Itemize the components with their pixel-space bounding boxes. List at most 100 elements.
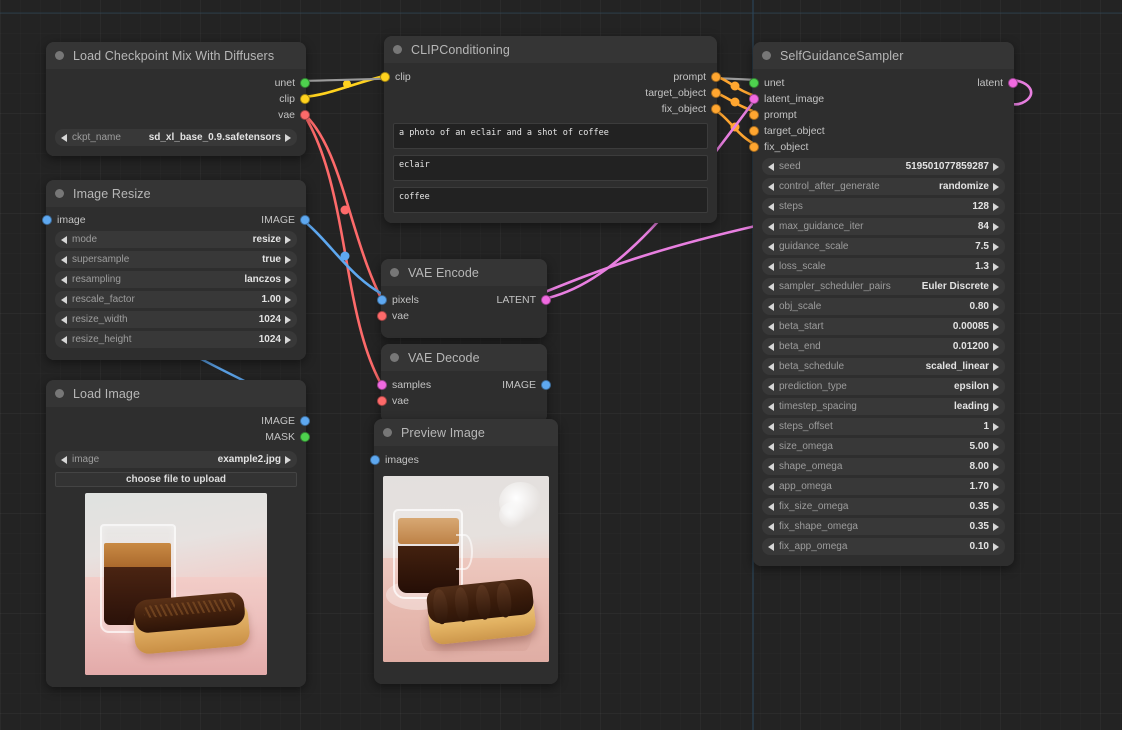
widget-resampling[interactable]: resampling lanczos: [55, 271, 297, 288]
decrement-arrow-icon[interactable]: [768, 282, 774, 291]
choose-file-to-upload-button[interactable]: choose file to upload: [55, 472, 297, 487]
port-dot-unet[interactable]: [749, 78, 759, 88]
increment-arrow-icon[interactable]: [285, 295, 291, 304]
output-slot-target-object[interactable]: target_object: [384, 85, 721, 101]
fix-object-textarea[interactable]: coffee: [393, 187, 708, 213]
node-title-bar[interactable]: Load Checkpoint Mix With Diffusers: [46, 42, 306, 69]
increment-arrow-icon[interactable]: [993, 382, 999, 391]
increment-arrow-icon[interactable]: [993, 262, 999, 271]
increment-arrow-icon[interactable]: [285, 275, 291, 284]
decrement-arrow-icon[interactable]: [61, 255, 67, 264]
widget-prediction-type[interactable]: prediction_type epsilon: [762, 378, 1005, 395]
decrement-arrow-icon[interactable]: [768, 482, 774, 491]
decrement-arrow-icon[interactable]: [768, 382, 774, 391]
decrement-arrow-icon[interactable]: [61, 295, 67, 304]
collapse-dot-icon[interactable]: [390, 268, 399, 277]
node-title-bar[interactable]: Image Resize: [46, 180, 306, 207]
port-dot-latent-image[interactable]: [749, 94, 759, 104]
decrement-arrow-icon[interactable]: [768, 302, 774, 311]
increment-arrow-icon[interactable]: [993, 202, 999, 211]
decrement-arrow-icon[interactable]: [61, 455, 67, 464]
increment-arrow-icon[interactable]: [285, 455, 291, 464]
widget-steps[interactable]: steps 128: [762, 198, 1005, 215]
io-slot-image[interactable]: image IMAGE: [42, 212, 310, 228]
widget-guidance-scale[interactable]: guidance_scale 7.5: [762, 238, 1005, 255]
input-slot-fix-object[interactable]: fix_object: [749, 139, 1014, 155]
port-dot-vae[interactable]: [377, 311, 387, 321]
node-self-guidance-sampler[interactable]: SelfGuidanceSampler unet latent latent_i…: [749, 42, 1018, 566]
widget-image[interactable]: image example2.jpg: [55, 451, 297, 468]
collapse-dot-icon[interactable]: [55, 189, 64, 198]
collapse-dot-icon[interactable]: [383, 428, 392, 437]
node-vae-encode[interactable]: VAE Encode pixels LATENT vae: [377, 259, 551, 338]
node-title-bar[interactable]: VAE Encode: [381, 259, 547, 286]
collapse-dot-icon[interactable]: [55, 389, 64, 398]
input-slot-vae[interactable]: vae: [377, 393, 547, 409]
input-slot-target-object[interactable]: target_object: [749, 123, 1014, 139]
decrement-arrow-icon[interactable]: [768, 262, 774, 271]
io-slot-samples-image[interactable]: samples IMAGE: [377, 377, 551, 393]
increment-arrow-icon[interactable]: [993, 482, 999, 491]
port-dot-vae[interactable]: [377, 396, 387, 406]
port-dot-image-out[interactable]: [300, 215, 310, 225]
widget-rescale-factor[interactable]: rescale_factor 1.00: [55, 291, 297, 308]
increment-arrow-icon[interactable]: [993, 402, 999, 411]
increment-arrow-icon[interactable]: [993, 342, 999, 351]
port-dot-samples[interactable]: [377, 380, 387, 390]
collapse-dot-icon[interactable]: [390, 353, 399, 362]
widget-timestep-spacing[interactable]: timestep_spacing leading: [762, 398, 1005, 415]
load-image-thumbnail[interactable]: [85, 493, 267, 675]
port-dot-pixels[interactable]: [377, 295, 387, 305]
collapse-dot-icon[interactable]: [55, 51, 64, 60]
node-load-checkpoint[interactable]: Load Checkpoint Mix With Diffusers unet …: [46, 42, 310, 156]
increment-arrow-icon[interactable]: [993, 502, 999, 511]
widget-beta-schedule[interactable]: beta_schedule scaled_linear: [762, 358, 1005, 375]
port-dot-prompt[interactable]: [749, 110, 759, 120]
widget-sampler-scheduler-pairs[interactable]: sampler_scheduler_pairs Euler Discrete: [762, 278, 1005, 295]
output-slot-fix-object[interactable]: fix_object: [384, 101, 721, 117]
collapse-dot-icon[interactable]: [393, 45, 402, 54]
input-slot-prompt[interactable]: prompt: [749, 107, 1014, 123]
target-object-textarea[interactable]: eclair: [393, 155, 708, 181]
increment-arrow-icon[interactable]: [285, 133, 291, 142]
widget-beta-end[interactable]: beta_end 0.01200: [762, 338, 1005, 355]
node-title-bar[interactable]: SelfGuidanceSampler: [753, 42, 1014, 69]
decrement-arrow-icon[interactable]: [768, 322, 774, 331]
increment-arrow-icon[interactable]: [285, 255, 291, 264]
widget-shape-omega[interactable]: shape_omega 8.00: [762, 458, 1005, 475]
input-slot-images[interactable]: images: [370, 452, 558, 468]
decrement-arrow-icon[interactable]: [61, 133, 67, 142]
increment-arrow-icon[interactable]: [285, 235, 291, 244]
widget-fix-app-omega[interactable]: fix_app_omega 0.10: [762, 538, 1005, 555]
widget-control-after-generate[interactable]: control_after_generate randomize: [762, 178, 1005, 195]
increment-arrow-icon[interactable]: [993, 362, 999, 371]
collapse-dot-icon[interactable]: [762, 51, 771, 60]
increment-arrow-icon[interactable]: [993, 322, 999, 331]
port-dot-clip[interactable]: [380, 72, 390, 82]
node-title-bar[interactable]: Load Image: [46, 380, 306, 407]
increment-arrow-icon[interactable]: [993, 422, 999, 431]
widget-fix-size-omega[interactable]: fix_size_omega 0.35: [762, 498, 1005, 515]
decrement-arrow-icon[interactable]: [768, 242, 774, 251]
decrement-arrow-icon[interactable]: [768, 442, 774, 451]
io-slot-pixels-latent[interactable]: pixels LATENT: [377, 292, 551, 308]
port-dot-latent[interactable]: [541, 295, 551, 305]
output-slot-clip[interactable]: clip: [46, 91, 310, 107]
port-dot-prompt[interactable]: [711, 72, 721, 82]
increment-arrow-icon[interactable]: [993, 282, 999, 291]
port-dot-images[interactable]: [370, 455, 380, 465]
widget-supersample[interactable]: supersample true: [55, 251, 297, 268]
decrement-arrow-icon[interactable]: [768, 422, 774, 431]
node-title-bar[interactable]: Preview Image: [374, 419, 558, 446]
decrement-arrow-icon[interactable]: [768, 522, 774, 531]
decrement-arrow-icon[interactable]: [61, 315, 67, 324]
increment-arrow-icon[interactable]: [285, 335, 291, 344]
port-dot-image-in[interactable]: [42, 215, 52, 225]
decrement-arrow-icon[interactable]: [768, 542, 774, 551]
increment-arrow-icon[interactable]: [993, 542, 999, 551]
node-vae-decode[interactable]: VAE Decode samples IMAGE vae: [377, 344, 551, 423]
increment-arrow-icon[interactable]: [285, 315, 291, 324]
port-dot-latent[interactable]: [1008, 78, 1018, 88]
widget-size-omega[interactable]: size_omega 5.00: [762, 438, 1005, 455]
io-slot-clip-prompt[interactable]: clip prompt: [380, 69, 721, 85]
